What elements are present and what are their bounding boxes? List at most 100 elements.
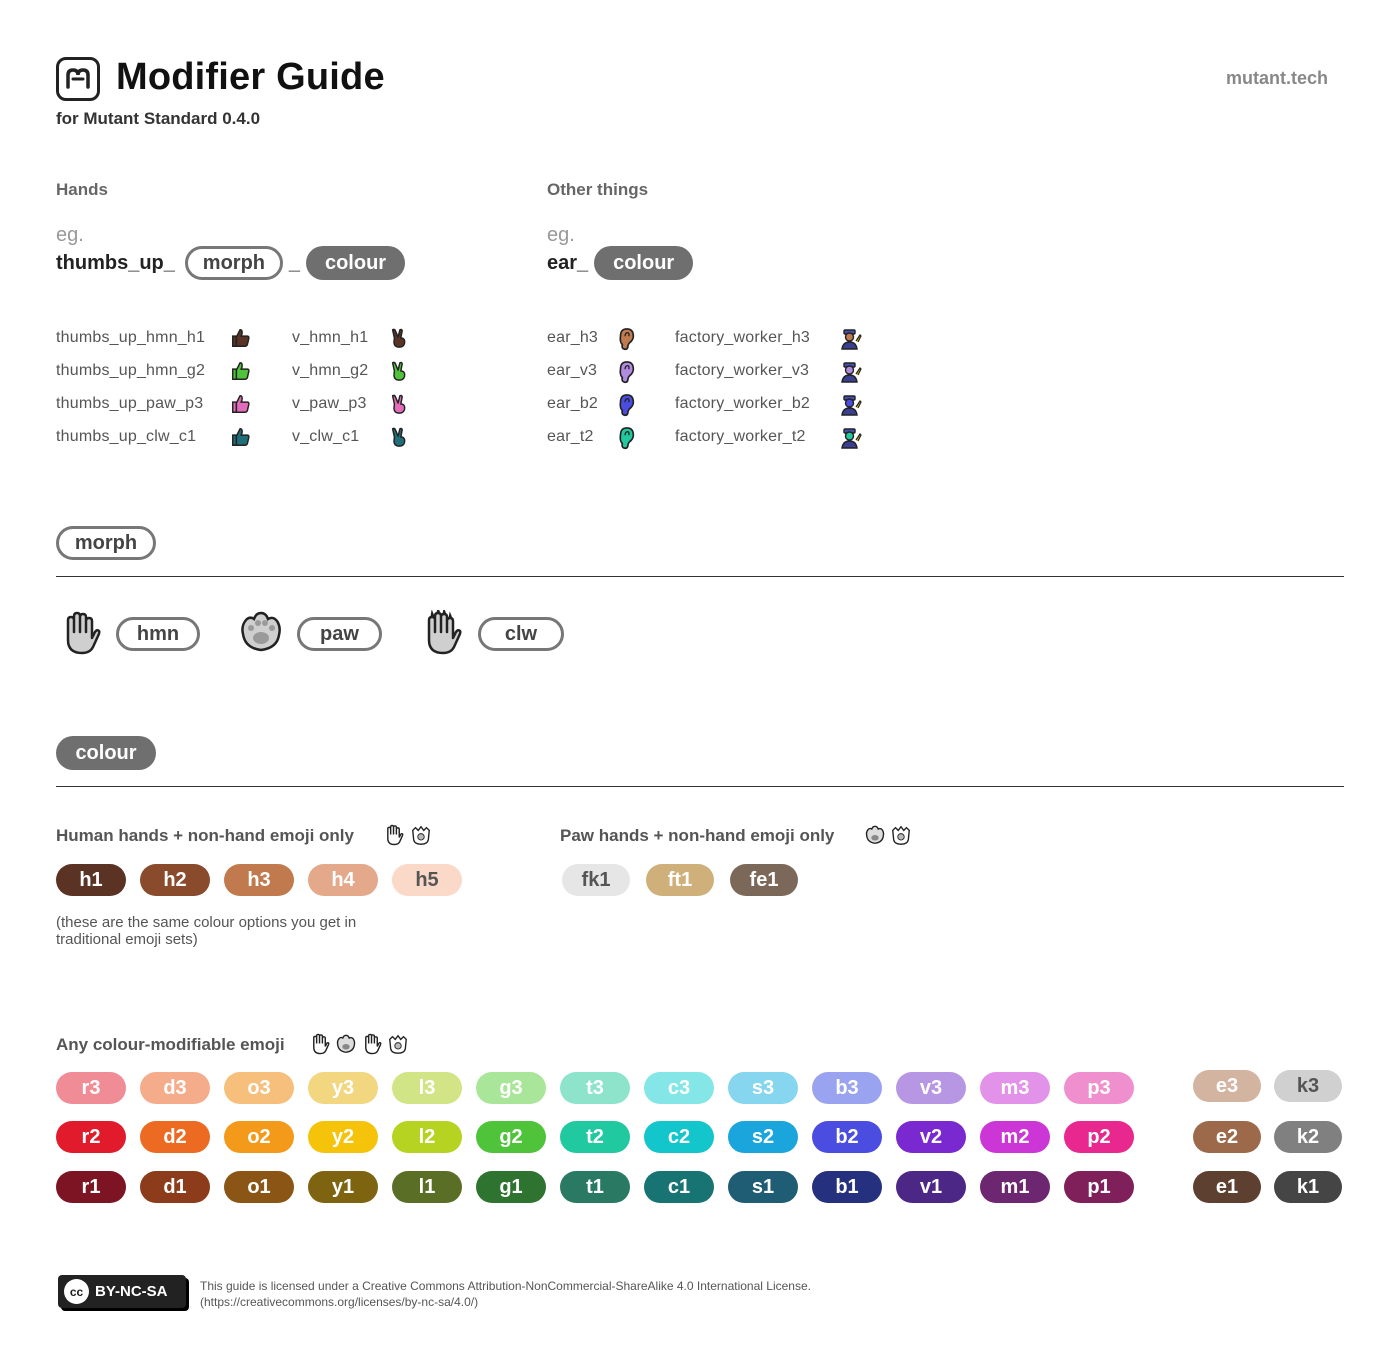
example-row: thumbs_up_paw_p3 (56, 393, 256, 417)
colour-swatch-fk1: fk1 (562, 864, 630, 896)
small-paw-icon (336, 1034, 356, 1053)
colour-swatch-h3: h3 (224, 864, 294, 896)
example-emoji-icon (839, 426, 863, 455)
example-label: factory_worker_t2 (675, 428, 806, 445)
colour-swatch-l2: l2 (392, 1121, 462, 1153)
small-hand-icon (313, 1033, 330, 1055)
morph-hmn-pill: hmn (116, 617, 200, 651)
example-label: ear_h3 (547, 329, 599, 346)
colour-swatch-p3: p3 (1064, 1072, 1134, 1104)
example-emoji-icon (615, 327, 637, 356)
colour-swatch-e1: e1 (1193, 1171, 1261, 1203)
example-emoji-icon (615, 360, 637, 389)
small-claw-icon (365, 1033, 382, 1055)
colour-swatch-t2: t2 (560, 1121, 630, 1153)
any-colour-icons (309, 1033, 409, 1055)
colour-swatch-c3: c3 (644, 1072, 714, 1104)
hands-label: Hands (56, 180, 108, 199)
colour-swatch-b3: b3 (812, 1072, 882, 1104)
colour-swatch-k2: k2 (1274, 1121, 1342, 1153)
example-label: factory_worker_h3 (675, 329, 811, 346)
example-emoji-icon (230, 360, 252, 387)
colour-swatch-c2: c2 (644, 1121, 714, 1153)
colour-note: (these are the same colour options you g… (56, 914, 357, 948)
paw-hands-icons (864, 824, 912, 846)
example-label: thumbs_up_hmn_h1 (56, 329, 206, 346)
colour-swatch-h5: h5 (392, 864, 462, 896)
human-hands-label: Human hands + non-hand emoji only (56, 826, 354, 845)
example-label: thumbs_up_hmn_g2 (56, 362, 206, 379)
colour-swatch-d1: d1 (140, 1171, 210, 1203)
colour-swatch-o2: o2 (224, 1121, 294, 1153)
small-hand-icon (387, 824, 404, 846)
example-row: thumbs_up_hmn_h1 (56, 327, 256, 351)
example-emoji-icon (388, 360, 410, 387)
example-row: factory_worker_h3 (675, 327, 865, 351)
human-swatches: h1 h2 h3 h4 h5 (56, 864, 476, 896)
colour-swatch-v1: v1 (896, 1171, 966, 1203)
example-label: ear_t2 (547, 428, 594, 445)
example-label: ear_b2 (547, 395, 599, 412)
colour-swatch-g3: g3 (476, 1072, 546, 1104)
colour-swatch-o1: o1 (224, 1171, 294, 1203)
colour-swatch-b2: b2 (812, 1121, 882, 1153)
example-emoji-icon (230, 426, 252, 453)
colour-swatch-p2: p2 (1064, 1121, 1134, 1153)
colour-swatch-s3: s3 (728, 1072, 798, 1104)
colour-swatch-r2: r2 (56, 1121, 126, 1153)
paw-hands-label: Paw hands + non-hand emoji only (560, 826, 835, 845)
colour-swatch-e3: e3 (1193, 1070, 1261, 1102)
example-row: ear_b2 (547, 393, 641, 417)
example-emoji-icon (839, 360, 863, 389)
site-link[interactable]: mutant.tech (1226, 68, 1328, 89)
colour-swatch-s1: s1 (728, 1171, 798, 1203)
other-example-word: ear_ (547, 251, 589, 274)
license-line-1: This guide is licensed under a Creative … (200, 1279, 811, 1293)
example-row: factory_worker_b2 (675, 393, 865, 417)
colour-swatch-v3: v3 (896, 1072, 966, 1104)
cc-badge-text: BY-NC-SA (95, 1283, 168, 1300)
other-eg-label: eg. (547, 224, 575, 246)
colour-swatch-y2: y2 (308, 1121, 378, 1153)
colour-swatch-t1: t1 (560, 1171, 630, 1203)
colour-swatch-k1: k1 (1274, 1171, 1342, 1203)
colour-swatch-v2: v2 (896, 1121, 966, 1153)
colour-swatch-k3: k3 (1274, 1070, 1342, 1102)
colour-swatch-h2: h2 (140, 864, 210, 896)
colour-swatch-g1: g1 (476, 1171, 546, 1203)
colour-swatch-m2: m2 (980, 1121, 1050, 1153)
example-label: v_hmn_h1 (292, 329, 369, 346)
colour-swatch-fe1: fe1 (730, 864, 798, 896)
small-robot-icon (412, 825, 430, 845)
small-paw-icon (865, 825, 885, 844)
example-emoji-icon (388, 426, 410, 453)
colour-swatch-y3: y3 (308, 1072, 378, 1104)
colour-swatch-c1: c1 (644, 1171, 714, 1203)
page-subtitle: for Mutant Standard 0.4.0 (56, 109, 261, 128)
cc-license-badge[interactable]: cc BY-NC-SA (58, 1275, 186, 1308)
colour-swatch-h1: h1 (56, 864, 126, 896)
paw-swatches: fk1 ft1 fe1 (562, 864, 822, 896)
morph-clw-icon (421, 606, 465, 661)
example-row: ear_t2 (547, 426, 641, 450)
example-emoji-icon (230, 393, 252, 420)
example-emoji-icon (230, 327, 252, 354)
license-text: This guide is licensed under a Creative … (200, 1278, 811, 1310)
hands-eg-label: eg. (56, 224, 84, 246)
morph-paw-pill: paw (297, 617, 382, 651)
example-label: ear_v3 (547, 362, 598, 379)
colour-grid: r3 d3 o3 y3 l3 g3 t3 c3 s3 b3 v3 m3 p3 r2 d2 o2 y2 l2 g2 t2… (56, 1070, 1346, 1212)
colour-swatch-s2: s2 (728, 1121, 798, 1153)
colour-swatch-l3: l3 (392, 1072, 462, 1104)
colour-swatch-h4: h4 (308, 864, 378, 896)
cc-icon: cc (64, 1279, 89, 1304)
license-line-2[interactable]: (https://creativecommons.org/licenses/by… (200, 1294, 811, 1310)
colour-swatch-r3: r3 (56, 1072, 126, 1104)
other-example: ear_ colour (547, 246, 694, 280)
colour-swatch-g2: g2 (476, 1121, 546, 1153)
example-label: thumbs_up_clw_c1 (56, 428, 197, 445)
colour-swatch-e2: e2 (1193, 1121, 1261, 1153)
hands-example: thumbs_up_ morph _ colour (56, 246, 406, 280)
example-row: factory_worker_t2 (675, 426, 865, 450)
morph-paw-icon (237, 608, 285, 661)
